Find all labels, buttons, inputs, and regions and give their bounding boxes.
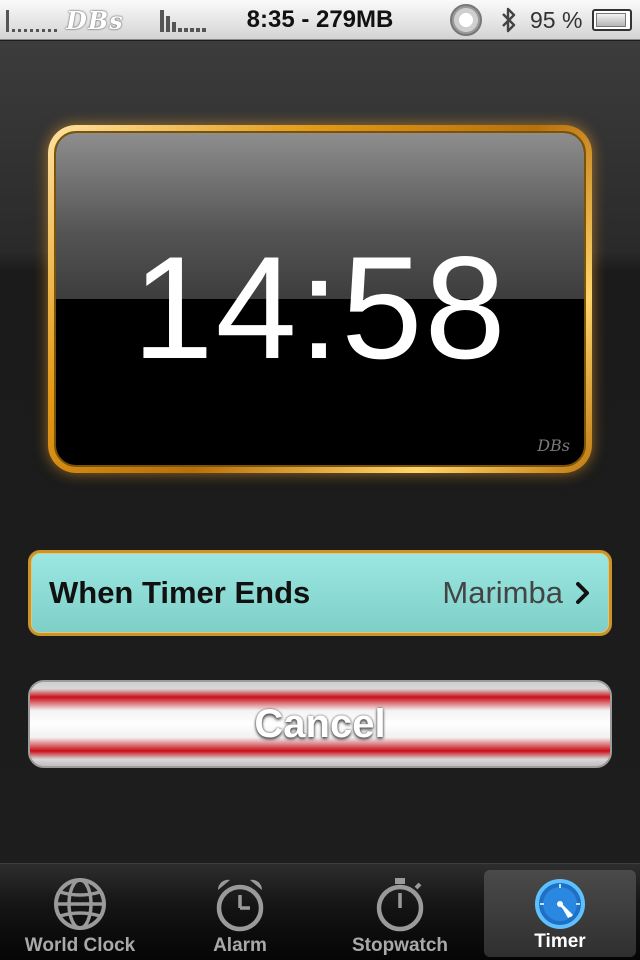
bluetooth-icon (498, 0, 520, 40)
tab-label: Timer (534, 931, 586, 952)
globe-icon (54, 878, 106, 930)
tab-label: Stopwatch (351, 935, 449, 956)
timer-sound-value: Marimba (442, 575, 563, 610)
stopwatch-icon (376, 878, 424, 932)
tab-label: World Clock (24, 935, 136, 956)
cancel-button[interactable]: Cancel (28, 680, 612, 768)
timer-display: 14:58 DBs (48, 125, 592, 473)
tab-label: Alarm (213, 935, 267, 956)
location-services-icon (448, 0, 484, 40)
theme-watermark: DBs (537, 436, 570, 455)
tab-timer[interactable]: Timer (484, 870, 636, 957)
timer-countdown: 14:58 (132, 226, 508, 389)
timer-icon (535, 879, 585, 929)
signal-strength-icon (6, 0, 57, 40)
battery-icon (592, 0, 632, 40)
chevron-right-icon (576, 582, 589, 604)
status-time-memory: 8:35 - 279MB (246, 6, 394, 33)
alarm-clock-icon (216, 879, 264, 932)
cancel-button-label: Cancel (254, 701, 386, 746)
when-timer-ends-row[interactable]: When Timer Ends Marimba (28, 550, 612, 636)
tab-alarm[interactable]: Alarm (160, 864, 320, 960)
when-timer-ends-label: When Timer Ends (49, 575, 311, 610)
status-bar: DBs 8:35 - 279MB 95 % (0, 0, 640, 40)
wifi-icon (160, 0, 206, 40)
battery-percentage: 95 % (530, 6, 583, 33)
tab-world-clock[interactable]: World Clock (0, 864, 160, 960)
tab-stopwatch[interactable]: Stopwatch (320, 864, 480, 960)
tab-bar: World Clock Alarm Stopwatch Timer (0, 863, 640, 960)
carrier-logo: DBs (66, 5, 124, 35)
